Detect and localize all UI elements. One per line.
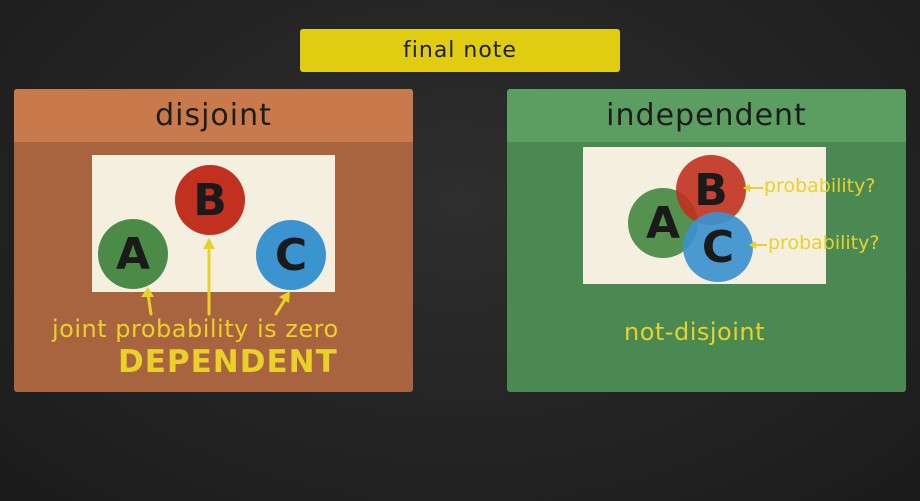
arrow-to-c xyxy=(274,296,288,316)
arrow-to-a-head xyxy=(141,287,154,297)
arrow-to-b-head xyxy=(203,238,215,249)
independent-caption: not-disjoint xyxy=(624,318,766,346)
banner-title: final note xyxy=(403,38,517,63)
independent-label-1: probability? xyxy=(764,175,876,197)
title-banner: final note xyxy=(300,29,620,72)
independent-label-2: probability? xyxy=(768,232,880,254)
pointer-2-head xyxy=(749,241,756,249)
disjoint-verdict: DEPENDENT xyxy=(118,344,338,380)
disjoint-panel: disjoint A B C joint probability is zero… xyxy=(14,89,413,392)
independent-panel: independent A B C probability? probabili… xyxy=(507,89,906,392)
pointer-1-head xyxy=(743,184,750,192)
disjoint-caption: joint probability is zero xyxy=(52,315,339,343)
